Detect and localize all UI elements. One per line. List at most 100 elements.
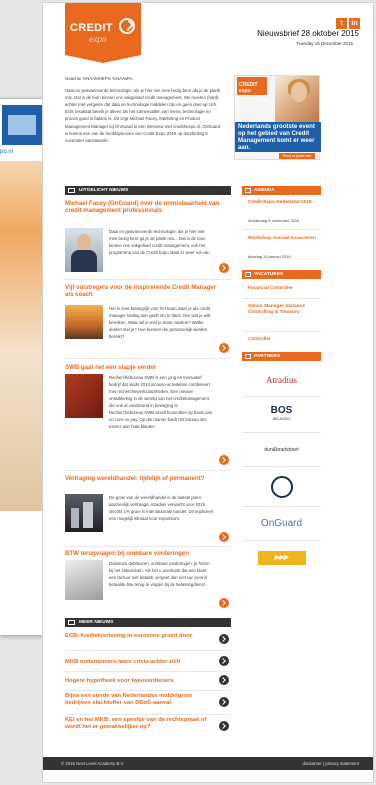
partner-yellow-logo[interactable]: ▶▶▶ [242, 541, 321, 575]
divider [242, 298, 321, 299]
background-url: po.nl [0, 149, 14, 155]
vacancy-item[interactable]: Controller [248, 337, 318, 343]
partner-circle-logo[interactable] [242, 467, 321, 507]
ad-register-button[interactable]: Word ar gratis aan [279, 153, 315, 159]
more-news-item[interactable]: Bijna een vierde van Nederlandse middelg… [65, 693, 215, 707]
logo-subtext: expo [89, 35, 107, 44]
newsletter-title: Nieuwsbrief 28 oktober 2015 [257, 29, 359, 38]
vacancy-item[interactable]: Financial Controller [248, 286, 318, 292]
more-news-header: MEER NIEUWS [65, 618, 231, 627]
featured-news-header: UITGELICHT NIEUWS [65, 186, 231, 195]
agenda-event-title[interactable]: Workshop Sociaal Incasseren [248, 236, 318, 242]
logo-text: CREDIT [70, 22, 113, 34]
featured-news-label: UITGELICHT NIEUWS [79, 188, 129, 193]
background-window[interactable]: po.nl icht reet [0, 98, 48, 636]
article-image[interactable] [65, 305, 103, 339]
article-title[interactable]: SWB gaat net een stapje verder [65, 364, 225, 371]
circle-logo-icon [270, 475, 293, 498]
atradius-logo-text: Atradius [266, 374, 297, 385]
divider [242, 331, 321, 332]
divider [65, 546, 231, 547]
more-news-item[interactable]: ECB: kredietverlening in eurozone groeit… [65, 633, 215, 640]
divider [65, 671, 231, 672]
read-more-arrow-icon[interactable] [219, 634, 229, 644]
arrow-circle-icon [119, 18, 135, 34]
twitter-icon[interactable]: t [336, 18, 347, 29]
agenda-label: AGENDA [254, 188, 275, 193]
onguard-logo-text: OnGuard [260, 518, 303, 529]
linkedin-icon[interactable]: in [349, 18, 360, 29]
partner-dnb-logo[interactable]: dun&bradstreet [242, 433, 321, 467]
article-summary: Dubieuze debiteuren, oninbare vorderinge… [109, 561, 210, 587]
read-more-arrow-icon[interactable] [219, 343, 229, 353]
footer-links[interactable]: disclaimer | privacy statement [302, 757, 359, 770]
vacatures-label: VACATURES [254, 272, 284, 277]
intro-body: Data en geavanceerde technologie: als je… [65, 88, 221, 143]
article-title[interactable]: Vertraging wereldhandel: tijdelijk of pe… [65, 475, 225, 482]
more-news-item[interactable]: MKB ondernemers laten crisis achter zich [65, 659, 215, 666]
more-news-label: MEER NIEUWS [79, 620, 114, 625]
read-more-arrow-icon[interactable] [219, 675, 229, 685]
background-ad [2, 105, 42, 145]
partner-bos-logo[interactable]: BOS INCASSO [242, 397, 321, 433]
article-title[interactable]: Vijf vuistregels voor de inspirerende Cr… [65, 284, 225, 298]
partner-onguard-logo[interactable]: OnGuard [242, 507, 321, 541]
more-news-item[interactable]: Hogere hypotheek voor tweeverdieners [65, 678, 215, 685]
divider [242, 229, 321, 230]
credit-expo-ad[interactable]: CREDIT expo Nederlands grootste event op… [234, 75, 321, 160]
more-news-item[interactable]: KEI en het MKB: een speeltje van de rech… [65, 717, 215, 731]
section-square-icon [68, 620, 75, 625]
newsletter-date: Tuesday 15 December 2015 [296, 41, 353, 46]
partners-header: PARTNERS [242, 352, 321, 361]
article-title[interactable]: Michael Facey (OnGuard) over de onmisbaa… [65, 200, 225, 214]
partner-atradius-logo[interactable]: Atradius [242, 363, 321, 397]
article-title[interactable]: BTW terugvragen bij oninbare vorderingen [65, 550, 225, 557]
agenda-event-date: donderdag 5 november 2015 [248, 218, 300, 223]
agenda-header: AGENDA [242, 186, 321, 195]
article-summary: Data en geavanceerde technologie: als je… [109, 229, 211, 255]
screen: po.nl icht reet CREDIT expo t in Nieuwsb… [0, 0, 376, 785]
article-summary: Het is zeer belangrijk voor het team waa… [109, 306, 211, 339]
read-more-arrow-icon[interactable] [219, 455, 229, 465]
agenda-event-title[interactable]: Credit Expo Nederland 2015 [248, 200, 318, 206]
divider [65, 714, 231, 715]
read-more-arrow-icon[interactable] [219, 656, 229, 666]
ad-logo: CREDIT expo [237, 77, 267, 95]
intro-text: Geachte %NAAMHEF% %NAAM%, Data en geavan… [65, 75, 223, 144]
divider [65, 690, 231, 691]
newsletter: CREDIT expo t in Nieuwsbrief 28 oktober … [42, 2, 374, 783]
footer-copyright: © 2015 Next Level Academy B.V. [61, 761, 125, 766]
background-image [0, 161, 44, 511]
article-image[interactable] [65, 228, 103, 272]
partners-label: PARTNERS [254, 354, 281, 359]
bos-logo-text: BOS [270, 404, 293, 416]
calendar-icon [245, 188, 251, 193]
handshake-icon [245, 354, 251, 359]
read-more-arrow-icon[interactable] [219, 532, 229, 542]
divider [65, 279, 231, 280]
divider [65, 470, 231, 471]
section-square-icon [68, 188, 75, 193]
divider [65, 650, 231, 651]
article-summary: Recherchebureau SWB is een jong en innov… [109, 375, 213, 429]
credit-expo-logo[interactable]: CREDIT expo [65, 3, 141, 63]
article-image[interactable] [65, 374, 103, 418]
greeting: Geachte %NAAMHEF% %NAAM%, [65, 76, 134, 81]
briefcase-icon [245, 272, 251, 277]
article-image[interactable] [65, 560, 103, 600]
dnb-logo-text: dun&bradstreet [264, 446, 299, 453]
vacatures-header: VACATURES [242, 270, 321, 279]
bos-logo-subtext: INCASSO [272, 415, 291, 421]
vacancy-item[interactable]: Senior Manager Variance Controlling & Tr… [248, 304, 318, 316]
agenda-event-date: dinsdag 19 januari 2016 [248, 254, 291, 259]
article-summary: De groei van de wereldhandel is de laats… [109, 495, 214, 521]
article-image[interactable] [65, 494, 103, 532]
read-more-arrow-icon[interactable] [219, 263, 229, 273]
read-more-arrow-icon[interactable] [219, 598, 229, 608]
yellow-logo-icon: ▶▶▶ [257, 551, 306, 565]
ad-photo-face [291, 82, 307, 102]
footer: © 2015 Next Level Academy B.V. disclaime… [43, 757, 373, 770]
read-more-arrow-icon[interactable] [219, 721, 229, 731]
read-more-arrow-icon[interactable] [219, 697, 229, 707]
ad-headline: Nederlands grootste event op het gebied … [235, 122, 321, 152]
